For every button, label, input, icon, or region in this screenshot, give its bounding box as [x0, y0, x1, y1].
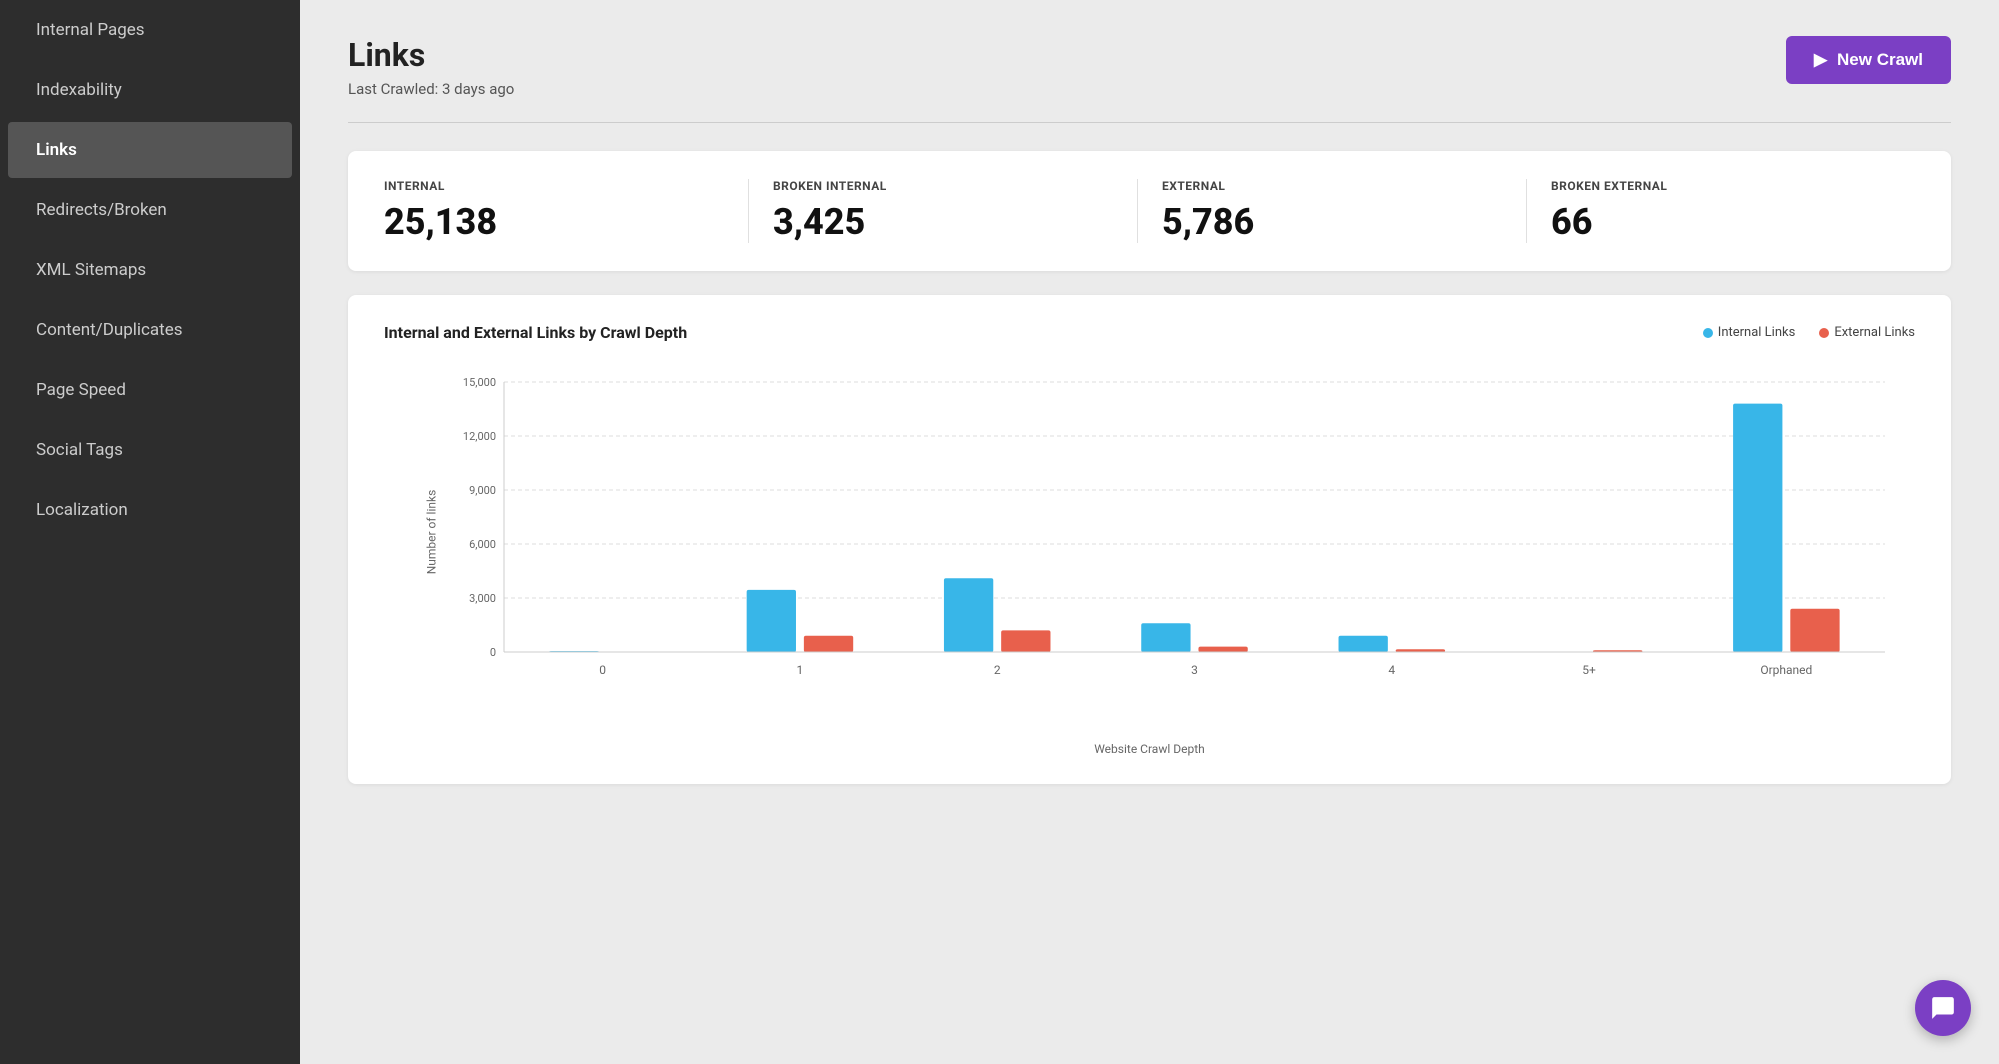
sidebar-item-page-speed[interactable]: Page Speed: [8, 362, 292, 418]
new-crawl-button[interactable]: ▶ New Crawl: [1786, 36, 1951, 84]
chart-legend: Internal Links External Links: [1703, 325, 1915, 340]
legend-label: Internal Links: [1718, 325, 1796, 340]
stat-label: EXTERNAL: [1162, 179, 1502, 193]
svg-text:3: 3: [1191, 663, 1198, 677]
stat-block-external: EXTERNAL 5,786: [1138, 179, 1527, 243]
svg-text:0: 0: [599, 663, 606, 677]
stat-label: BROKEN INTERNAL: [773, 179, 1113, 193]
stat-block-broken-external: BROKEN EXTERNAL 66: [1527, 179, 1915, 243]
svg-text:2: 2: [994, 663, 1001, 677]
main-content: Links Last Crawled: 3 days ago ▶ New Cra…: [300, 0, 1999, 1064]
stat-block-broken-internal: BROKEN INTERNAL 3,425: [749, 179, 1138, 243]
legend-dot: [1819, 328, 1829, 338]
svg-text:12,000: 12,000: [463, 430, 496, 443]
sidebar-item-social-tags[interactable]: Social Tags: [8, 422, 292, 478]
stat-label: INTERNAL: [384, 179, 724, 193]
sidebar-item-xml-sitemaps[interactable]: XML Sitemaps: [8, 242, 292, 298]
svg-text:6,000: 6,000: [469, 538, 496, 551]
last-crawled: Last Crawled: 3 days ago: [348, 80, 514, 98]
svg-text:15,000: 15,000: [463, 376, 496, 389]
stat-block-internal: INTERNAL 25,138: [384, 179, 749, 243]
chart-area: Number of links 03,0006,0009,00012,00015…: [444, 362, 1915, 702]
page-header: Links Last Crawled: 3 days ago ▶ New Cra…: [348, 36, 1951, 98]
svg-text:Orphaned: Orphaned: [1760, 663, 1812, 677]
svg-text:0: 0: [490, 646, 496, 659]
page-title: Links: [348, 36, 514, 74]
y-axis-label: Number of links: [424, 490, 438, 575]
chart-header: Internal and External Links by Crawl Dep…: [384, 323, 1915, 342]
new-crawl-label: New Crawl: [1837, 50, 1923, 70]
legend-item: Internal Links: [1703, 325, 1796, 340]
chart-card: Internal and External Links by Crawl Dep…: [348, 295, 1951, 784]
svg-text:5+: 5+: [1582, 663, 1596, 677]
legend-item: External Links: [1819, 325, 1915, 340]
legend-label: External Links: [1834, 325, 1915, 340]
play-icon: ▶: [1814, 50, 1827, 70]
stats-card: INTERNAL 25,138 BROKEN INTERNAL 3,425 EX…: [348, 151, 1951, 271]
header-text: Links Last Crawled: 3 days ago: [348, 36, 514, 98]
stat-value: 66: [1551, 201, 1891, 243]
legend-dot: [1703, 328, 1713, 338]
chat-bubble-button[interactable]: [1915, 980, 1971, 1036]
svg-text:1: 1: [797, 663, 804, 677]
sidebar-item-links[interactable]: Links: [8, 122, 292, 178]
svg-text:4: 4: [1388, 663, 1395, 677]
sidebar: Internal PagesIndexabilityLinksRedirects…: [0, 0, 300, 1064]
stat-value: 5,786: [1162, 201, 1502, 243]
x-axis-label: Website Crawl Depth: [384, 742, 1915, 756]
svg-text:9,000: 9,000: [469, 484, 496, 497]
sidebar-item-internal-pages[interactable]: Internal Pages: [8, 2, 292, 58]
chart-wrapper: Number of links 03,0006,0009,00012,00015…: [384, 362, 1915, 756]
stat-label: BROKEN EXTERNAL: [1551, 179, 1891, 193]
header-divider: [348, 122, 1951, 123]
chart-title: Internal and External Links by Crawl Dep…: [384, 323, 687, 342]
svg-text:3,000: 3,000: [469, 592, 496, 605]
stat-value: 3,425: [773, 201, 1113, 243]
sidebar-item-redirects-broken[interactable]: Redirects/Broken: [8, 182, 292, 238]
sidebar-item-indexability[interactable]: Indexability: [8, 62, 292, 118]
sidebar-item-content-duplicates[interactable]: Content/Duplicates: [8, 302, 292, 358]
stat-value: 25,138: [384, 201, 724, 243]
chat-icon: [1930, 995, 1956, 1021]
sidebar-item-localization[interactable]: Localization: [8, 482, 292, 538]
